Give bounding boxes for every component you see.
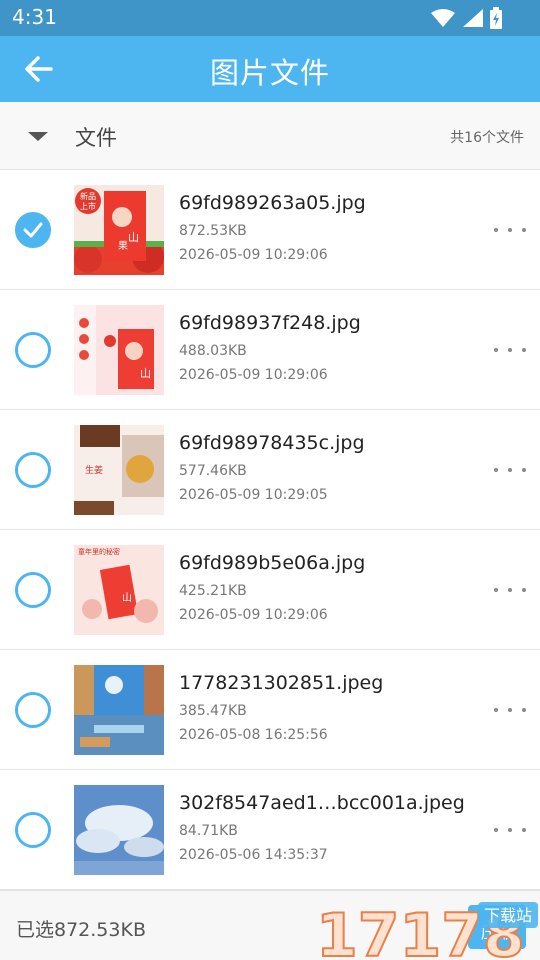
file-row[interactable]: 新品 上市 山 果 69fd989263a05.jpg 872.53KB 202…	[0, 170, 540, 290]
status-icons	[430, 7, 502, 29]
thumbnail-image[interactable]: 生姜	[74, 425, 164, 515]
thumbnail-graphic: 童年里的秘密 山	[74, 545, 164, 635]
file-name: 69fd989b5e06a.jpg	[179, 552, 366, 574]
file-row[interactable]: 1778231302851.jpeg 385.47KB 2026-05-08 1…	[0, 650, 540, 770]
thumb-text-3: 山	[128, 231, 139, 244]
file-size: 385.47KB	[179, 703, 247, 719]
status-bar: 4:31	[0, 0, 540, 36]
watermark-tag: 下载站	[484, 906, 532, 925]
file-name: 69fd98978435c.jpg	[179, 432, 365, 454]
battery-icon	[490, 7, 502, 29]
more-options-icon[interactable]	[494, 582, 526, 598]
checkbox-unchecked[interactable]	[15, 692, 51, 728]
thumb-text-2: 上市	[80, 201, 96, 211]
app-bar: 图片文件	[0, 36, 540, 102]
thumb-text-4: 果	[118, 240, 128, 252]
checkbox-unchecked[interactable]	[15, 812, 51, 848]
site-watermark: 17178 下载站	[315, 900, 538, 960]
more-options-icon[interactable]	[494, 822, 526, 838]
file-row[interactable]: 山 69fd98937f248.jpg 488.03KB 2026-05-09 …	[0, 290, 540, 410]
thumb-text-1: 新品	[80, 191, 96, 201]
thumbnail-graphic: 山	[74, 305, 164, 395]
thumbnail-graphic: 生姜	[74, 425, 164, 515]
more-options-icon[interactable]	[494, 462, 526, 478]
file-date: 2026-05-06 14:35:37	[179, 847, 328, 863]
checkmark-icon	[23, 222, 43, 238]
file-name: 69fd989263a05.jpg	[179, 192, 366, 214]
checkbox-unchecked[interactable]	[15, 332, 51, 368]
file-row[interactable]: 童年里的秘密 山 69fd989b5e06a.jpg 425.21KB 2026…	[0, 530, 540, 650]
thumbnail-image[interactable]: 童年里的秘密 山	[74, 545, 164, 635]
checkbox-unchecked[interactable]	[15, 572, 51, 608]
file-date: 2026-05-09 10:29:06	[179, 607, 328, 623]
page-title: 图片文件	[209, 56, 330, 90]
more-options-icon[interactable]	[494, 342, 526, 358]
file-date: 2026-05-09 10:29:06	[179, 247, 328, 263]
thumbnail-graphic	[74, 785, 164, 875]
file-date: 2026-05-09 10:29:06	[179, 367, 328, 383]
file-name: 1778231302851.jpeg	[179, 672, 384, 694]
file-date: 2026-05-08 16:25:56	[179, 727, 328, 743]
signal-icon	[463, 9, 483, 27]
checkbox-unchecked[interactable]	[15, 452, 51, 488]
thumb-text-2: 山	[122, 592, 132, 604]
file-list: 新品 上市 山 果 69fd989263a05.jpg 872.53KB 202…	[0, 170, 540, 890]
wifi-icon	[431, 9, 455, 27]
thumbnail-graphic	[74, 665, 164, 755]
thumbnail-image[interactable]	[74, 665, 164, 755]
more-options-icon[interactable]	[494, 222, 526, 238]
section-label: 文件	[75, 126, 117, 150]
file-size: 872.53KB	[179, 223, 247, 239]
more-options-icon[interactable]	[494, 702, 526, 718]
file-name: 302f8547aed1…bcc001a.jpeg	[179, 792, 465, 814]
status-time: 4:31	[12, 5, 57, 29]
thumb-text-1: 童年里的秘密	[78, 547, 120, 556]
thumbnail-image[interactable]: 新品 上市 山 果	[74, 185, 164, 275]
file-row[interactable]: 302f8547aed1…bcc001a.jpeg 84.71KB 2026-0…	[0, 770, 540, 890]
thumbnail-graphic: 新品 上市 山 果	[74, 185, 164, 275]
thumbnail-image[interactable]: 山	[74, 305, 164, 395]
caret-down-icon[interactable]	[28, 132, 48, 141]
file-row[interactable]: 生姜 69fd98978435c.jpg 577.46KB 2026-05-09…	[0, 410, 540, 530]
thumb-text-1: 山	[140, 367, 151, 380]
file-size: 488.03KB	[179, 343, 247, 359]
file-size: 84.71KB	[179, 823, 238, 839]
file-size: 577.46KB	[179, 463, 247, 479]
file-count: 共16个文件	[450, 130, 524, 146]
thumbnail-image[interactable]	[74, 785, 164, 875]
file-size: 425.21KB	[179, 583, 247, 599]
file-name: 69fd98937f248.jpg	[179, 312, 361, 334]
file-date: 2026-05-09 10:29:05	[179, 487, 328, 503]
checkbox-checked[interactable]	[15, 212, 51, 248]
selected-size-text: 已选872.53KB	[16, 919, 146, 941]
thumb-text-1: 生姜	[85, 464, 103, 476]
file-section-header[interactable]: 文件 共16个文件	[0, 102, 540, 170]
